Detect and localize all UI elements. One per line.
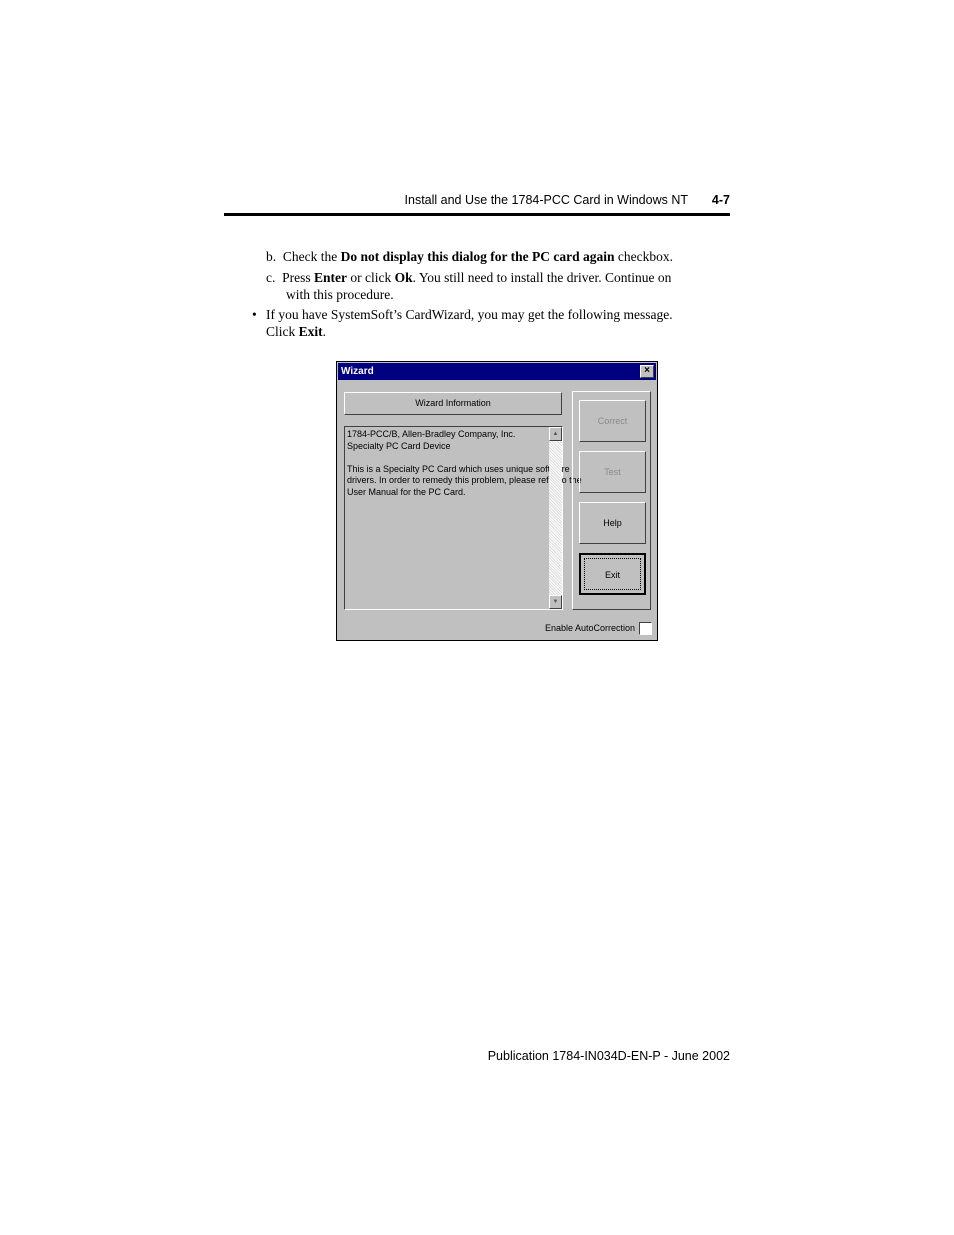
- exit-button[interactable]: Exit: [579, 553, 646, 595]
- info-line: 1784-PCC/B, Allen-Bradley Company, Inc.: [347, 429, 516, 439]
- step-c-bold-ok: Ok: [394, 270, 413, 285]
- scroll-up-icon[interactable]: ▲: [549, 427, 562, 441]
- help-button[interactable]: Help: [579, 502, 646, 544]
- vertical-scrollbar[interactable]: ▲ ▼: [549, 427, 562, 609]
- info-line: This is a Specialty PC Card which uses u…: [347, 463, 570, 474]
- dialog-title: Wizard: [341, 366, 374, 377]
- wizard-information-header: Wizard Information: [344, 392, 562, 415]
- step-c-bold-enter: Enter: [314, 270, 348, 285]
- running-header: Install and Use the 1784-PCC Card in Win…: [224, 189, 730, 211]
- wizard-info-textbox[interactable]: 1784-PCC/B, Allen-Bradley Company, Inc. …: [344, 426, 582, 610]
- bullet-line-1: If you have SystemSoft’s CardWizard, you…: [266, 307, 673, 322]
- info-line: drivers. In order to remedy this problem…: [347, 475, 582, 485]
- button-panel: Correct Test Help Exit: [572, 391, 651, 610]
- page-number: 4-7: [711, 193, 730, 207]
- close-icon[interactable]: ×: [640, 365, 654, 378]
- header-rule: [224, 213, 730, 216]
- wizard-info-text: 1784-PCC/B, Allen-Bradley Company, Inc. …: [347, 429, 582, 498]
- info-line: Specialty PC Card Device: [347, 440, 451, 451]
- publication-footer: Publication 1784-IN034D-EN-P - June 2002: [487, 1049, 730, 1063]
- header-title: Install and Use the 1784-PCC Card in Win…: [404, 193, 688, 207]
- wizard-dialog: Wizard × Wizard Information 1784-PCC/B, …: [336, 361, 658, 641]
- bullet-symbol: •: [252, 307, 257, 322]
- step-c-text-1: Press: [282, 270, 315, 285]
- step-b: b. Check the Do not display this dialog …: [266, 248, 673, 265]
- step-b-bold: Do not display this dialog for the PC ca…: [340, 249, 615, 264]
- bullet-line-2-end: .: [322, 324, 327, 339]
- step-c-text-3: . You still need to install the driver. …: [412, 270, 672, 285]
- bullet-exit-bold: Exit: [298, 324, 323, 339]
- autocorrection-checkbox[interactable]: [639, 622, 652, 635]
- info-line: User Manual for the PC Card.: [347, 486, 466, 497]
- bullet-line-2: Click Exit.: [266, 323, 326, 340]
- bullet-line-2-text: Click: [266, 324, 299, 339]
- dialog-titlebar[interactable]: Wizard ×: [338, 363, 656, 380]
- step-b-text-1: Check the: [282, 249, 341, 264]
- step-c-line-2: with this procedure.: [286, 287, 394, 302]
- test-button[interactable]: Test: [579, 451, 646, 493]
- step-c: c. Press Enter or click Ok. You still ne…: [266, 269, 671, 286]
- correct-button[interactable]: Correct: [579, 400, 646, 442]
- scroll-down-icon[interactable]: ▼: [549, 595, 562, 609]
- step-c-label: c.: [266, 270, 276, 285]
- autocorrection-label: Enable AutoCorrection: [544, 623, 635, 633]
- info-line: [347, 452, 546, 464]
- step-b-text-2: checkbox.: [614, 249, 673, 264]
- step-c-text-2: or click: [347, 270, 395, 285]
- step-b-label: b.: [266, 249, 277, 264]
- focus-rect: [584, 558, 641, 590]
